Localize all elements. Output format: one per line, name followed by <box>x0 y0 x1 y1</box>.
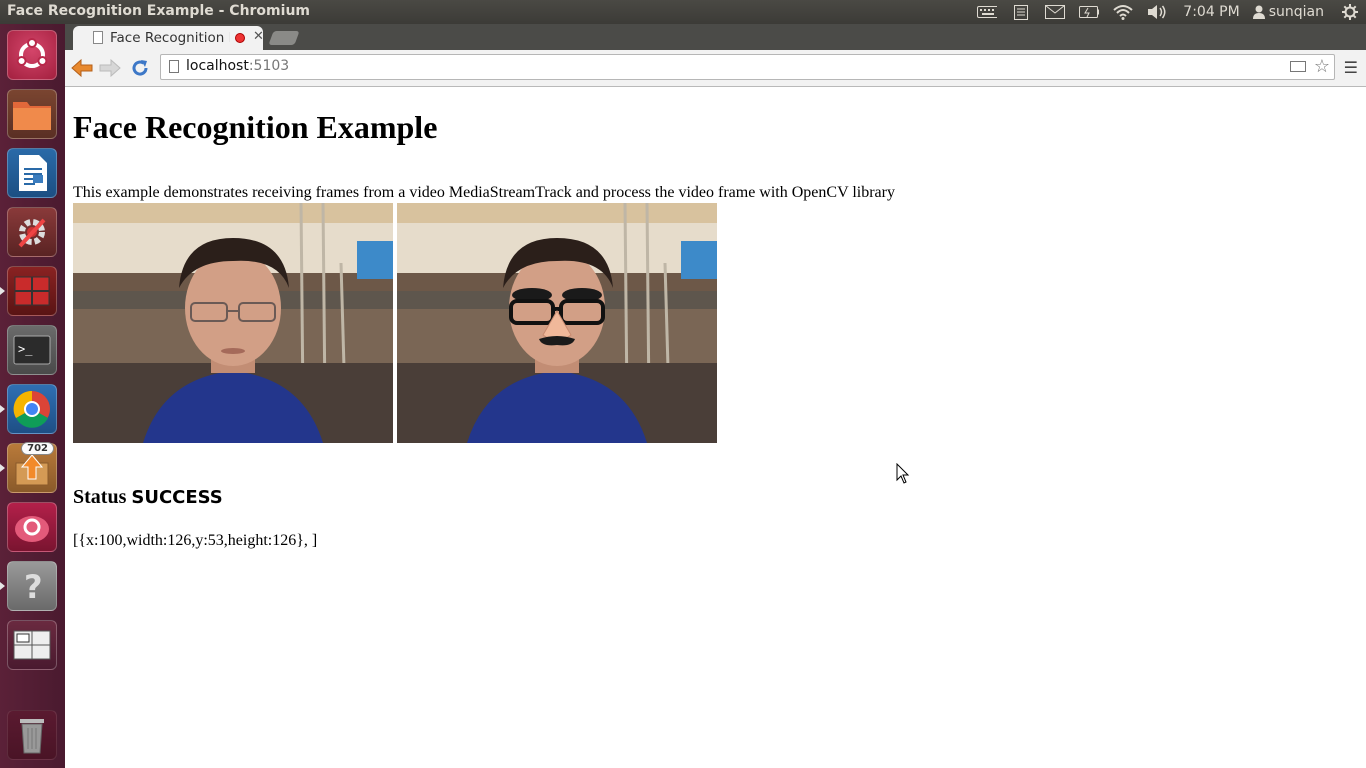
user-menu[interactable]: sunqian <box>1252 4 1324 20</box>
svg-text:>_: >_ <box>18 342 33 356</box>
folder-icon <box>13 102 51 130</box>
status-value: SUCCESS <box>131 487 223 508</box>
settings-launcher[interactable] <box>7 207 57 257</box>
monitor-grid-icon <box>14 276 50 306</box>
trash-launcher[interactable] <box>7 710 57 760</box>
tab-face-recognition[interactable]: Face Recognition Example ✕ <box>73 26 264 50</box>
help-question-icon: ? <box>24 568 43 604</box>
url-host: localhost <box>186 58 249 74</box>
mail-icon[interactable] <box>1045 4 1066 20</box>
svg-text:?: ? <box>24 568 43 604</box>
user-icon <box>1252 5 1265 19</box>
back-arrow-icon <box>71 59 93 77</box>
status-heading: Status SUCCESS <box>73 486 223 509</box>
volume-icon[interactable] <box>1147 4 1167 20</box>
writer-launcher[interactable] <box>7 148 57 198</box>
window-title: Face Recognition Example - Chromium <box>7 3 310 19</box>
running-indicator <box>0 464 5 472</box>
reload-button[interactable] <box>127 56 153 80</box>
update-count-badge: 702 <box>21 442 54 455</box>
mouse-pointer-icon <box>896 463 910 484</box>
detection-result: [{x:100,width:126,y:53,height:126}, ] <box>73 532 318 549</box>
bookmark-star-icon[interactable]: ☆ <box>1314 56 1330 77</box>
settings-icon <box>18 218 46 248</box>
page-heading: Face Recognition Example <box>73 109 438 145</box>
keyboard-icon[interactable] <box>977 4 998 20</box>
recording-indicator-icon <box>235 33 245 43</box>
running-indicator <box>0 405 5 413</box>
chromium-launcher[interactable] <box>7 384 57 434</box>
trash-icon <box>20 719 44 754</box>
forward-arrow-icon <box>99 59 121 77</box>
running-indicator <box>0 582 5 590</box>
workspace-switcher-launcher[interactable] <box>7 620 57 670</box>
launcher: >_ 702 ? <box>0 24 66 768</box>
system-monitor-launcher[interactable] <box>7 266 57 316</box>
page-description: This example demonstrates receiving fram… <box>73 184 895 201</box>
tab-close-icon[interactable]: ✕ <box>253 29 264 44</box>
files-launcher[interactable] <box>7 89 57 139</box>
processed-video-frame <box>397 203 717 443</box>
forward-button[interactable] <box>97 56 123 80</box>
page-favicon-icon <box>93 31 103 44</box>
document-icon <box>19 155 47 191</box>
back-button[interactable] <box>69 56 95 80</box>
chrome-icon <box>13 390 50 428</box>
ubuntu-logo-icon <box>16 38 48 68</box>
address-bar[interactable]: localhost:5103 ☆ <box>160 54 1335 80</box>
status-label: Status <box>73 486 127 508</box>
clock[interactable]: 7:04 PM <box>1183 4 1239 20</box>
terminal-launcher[interactable]: >_ <box>7 325 57 375</box>
menu-hamburger-icon[interactable]: ☰ <box>1344 58 1358 77</box>
source-video-frame <box>73 203 393 443</box>
browser-toolbar: localhost:5103 ☆ ☰ <box>65 50 1366 87</box>
terminal-icon: >_ <box>13 335 51 365</box>
battery-icon[interactable] <box>1079 4 1100 20</box>
power-gear-icon[interactable] <box>1340 4 1360 20</box>
reload-icon <box>132 60 148 76</box>
url-text[interactable]: localhost:5103 <box>186 58 289 74</box>
help-launcher[interactable]: ? <box>7 561 57 611</box>
camera-in-use-icon[interactable] <box>1290 61 1306 72</box>
ubuntu-one-icon <box>15 516 49 542</box>
software-updater-launcher[interactable]: 702 <box>7 442 57 493</box>
ubuntu-one-launcher[interactable] <box>7 502 57 552</box>
notes-icon[interactable] <box>1011 4 1031 20</box>
system-tray: 7:04 PM sunqian <box>970 0 1366 24</box>
running-indicator <box>0 287 5 295</box>
page-content: Face Recognition Example This example de… <box>65 87 1366 768</box>
tab-strip: Face Recognition Example ✕ <box>65 24 1366 50</box>
new-tab-button[interactable] <box>268 31 300 45</box>
ubuntu-dash-button[interactable] <box>7 30 57 80</box>
top-panel: Face Recognition Example - Chromium 7:04… <box>0 0 1366 24</box>
wifi-icon[interactable] <box>1113 4 1133 20</box>
tab-title: Face Recognition Example <box>110 30 230 46</box>
page-icon <box>169 60 179 73</box>
workspaces-icon <box>13 630 51 660</box>
user-name: sunqian <box>1268 4 1324 20</box>
url-port: :5103 <box>248 58 290 74</box>
